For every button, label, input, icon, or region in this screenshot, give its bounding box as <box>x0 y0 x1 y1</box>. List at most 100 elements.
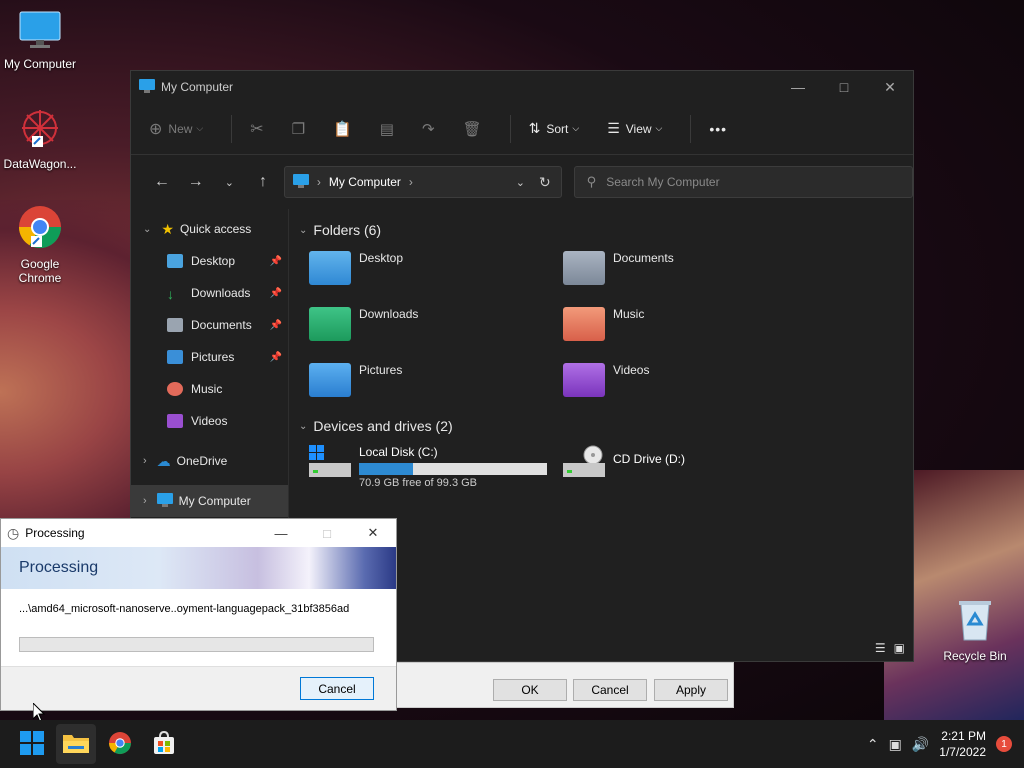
pin-icon[interactable]: 📌 <box>270 320 282 331</box>
sidebar-item-documents[interactable]: Documents 📌 <box>131 309 288 341</box>
taskbar-file-explorer[interactable] <box>56 724 96 764</box>
disk-usage-bar <box>359 463 547 475</box>
folder-videos[interactable]: Videos <box>563 363 817 403</box>
share-button[interactable]: ↷ <box>422 120 435 138</box>
folder-pictures[interactable]: Pictures <box>309 363 563 403</box>
copy-button[interactable]: ❐ <box>292 120 305 138</box>
cut-button[interactable]: ✂ <box>250 119 263 139</box>
forward-arrow-icon[interactable]: → <box>179 173 213 191</box>
sidebar-item-videos[interactable]: Videos <box>131 405 288 437</box>
up-arrow-icon[interactable]: ↑ <box>246 173 280 191</box>
desktop-icon-google-chrome[interactable]: Google Chrome <box>0 204 80 285</box>
desktop-icon-label: My Computer <box>3 57 77 71</box>
downloads-arrow-icon: ↓ <box>167 286 174 302</box>
details-view-icon[interactable]: ☰ <box>875 641 886 655</box>
paste-button[interactable]: 📋 <box>333 120 352 138</box>
pictures-folder-icon <box>309 363 351 397</box>
minimize-button[interactable]: — <box>775 71 821 103</box>
cancel-button[interactable]: Cancel <box>573 679 647 701</box>
network-icon[interactable]: ▣ <box>889 736 902 753</box>
pin-icon[interactable]: 📌 <box>270 352 282 363</box>
sort-button[interactable]: ⇅ Sort ⌵ <box>529 120 580 137</box>
taskbar: ⌃ ▣ 🔊 2:21 PM 1/7/2022 1 <box>0 720 1024 768</box>
rename-button[interactable]: ▤ <box>380 120 394 138</box>
documents-folder-icon <box>563 251 605 285</box>
breadcrumb-chevron-icon: › <box>316 175 321 189</box>
view-icon: ☰ <box>607 120 620 136</box>
folder-music[interactable]: Music <box>563 307 817 347</box>
sidebar-item-downloads[interactable]: ↓ Downloads 📌 <box>131 277 288 309</box>
toolbar-divider <box>231 114 233 143</box>
rename-icon: ▤ <box>379 120 394 138</box>
desktop-icon-recycle-bin[interactable]: Recycle Bin <box>934 598 1016 663</box>
monitor-icon <box>0 10 80 53</box>
folder-documents[interactable]: Documents <box>563 251 817 291</box>
sidebar-item-my-computer[interactable]: › My Computer <box>131 485 288 517</box>
show-hidden-icons-chevron-icon[interactable]: ⌃ <box>867 736 879 753</box>
desktop-icon-my-computer[interactable]: My Computer <box>0 10 80 71</box>
tiles-view-icon[interactable]: ▣ <box>894 641 905 655</box>
toolbar-divider <box>690 114 692 143</box>
close-button[interactable]: ✕ <box>867 71 913 103</box>
command-bar: ⊕ New ⌵ ✂ ❐ 📋 ▤ ↷ 🗑 ⇅ Sort ⌵ ☰ View ⌵ ••… <box>131 103 913 155</box>
scissors-icon: ✂ <box>250 120 264 138</box>
drive-cd-d[interactable]: CD Drive (D:) <box>563 445 817 489</box>
monitor-icon <box>139 78 155 96</box>
desktop-icon-label: DataWagon... <box>3 157 77 171</box>
breadcrumb-my-computer[interactable]: My Computer <box>329 175 401 189</box>
taskbar-store[interactable] <box>144 724 184 764</box>
clock[interactable]: 2:21 PM 1/7/2022 <box>939 728 986 760</box>
sidebar-item-quick-access[interactable]: ⌄ ★ Quick access <box>131 213 288 245</box>
delete-button[interactable]: 🗑 <box>463 120 482 138</box>
desktop-folder-icon <box>167 254 183 268</box>
ok-button[interactable]: OK <box>493 679 567 701</box>
sidebar-item-onedrive[interactable]: › ☁ OneDrive <box>131 445 288 477</box>
trash-icon: 🗑 <box>462 120 482 138</box>
drive-local-disk-c[interactable]: Local Disk (C:) 70.9 GB free of 99.3 GB <box>309 445 563 489</box>
view-button[interactable]: ☰ View ⌵ <box>607 120 662 137</box>
refresh-icon[interactable]: ↻ <box>539 174 551 191</box>
chevron-down-icon: ⌄ <box>299 420 308 432</box>
desktop-folder-icon <box>309 251 351 285</box>
processing-cancel-button[interactable]: Cancel <box>300 677 374 700</box>
address-bar[interactable]: › My Computer › ⌄ ↻ <box>283 166 562 198</box>
folders-group-header[interactable]: ⌄ Folders (6) <box>299 217 913 243</box>
share-icon: ↷ <box>421 120 435 138</box>
search-box[interactable]: ⚲ Search My Computer <box>573 166 913 198</box>
taskbar-chrome[interactable] <box>100 724 140 764</box>
maximize-button[interactable]: □ <box>821 71 867 103</box>
desktop-icon-datawagon[interactable]: DataWagon... <box>0 106 80 171</box>
explorer-titlebar[interactable]: My Computer — □ ✕ <box>131 71 913 103</box>
copy-icon: ❐ <box>291 120 306 138</box>
breadcrumb-chevron-icon[interactable]: › <box>409 175 413 189</box>
back-arrow-icon[interactable]: ← <box>145 173 179 191</box>
chevron-down-icon: ⌵ <box>196 123 204 133</box>
pin-icon[interactable]: 📌 <box>270 256 282 267</box>
more-icon: ••• <box>709 120 728 137</box>
music-folder-icon <box>563 307 605 341</box>
apply-button[interactable]: Apply <box>654 679 728 701</box>
minimize-button[interactable]: — <box>258 519 304 547</box>
recent-locations-chevron-icon[interactable]: ⌄ <box>212 176 246 189</box>
sidebar-item-desktop[interactable]: Desktop 📌 <box>131 245 288 277</box>
new-button[interactable]: ⊕ New ⌵ <box>149 119 203 139</box>
folder-downloads[interactable]: Downloads <box>309 307 563 347</box>
windows-logo-icon <box>20 730 44 758</box>
start-button[interactable] <box>12 724 52 764</box>
sidebar-item-music[interactable]: Music <box>131 373 288 405</box>
more-options-button[interactable]: ••• <box>709 121 727 137</box>
pin-icon[interactable]: 📌 <box>270 288 282 299</box>
sidebar-item-pictures[interactable]: Pictures 📌 <box>131 341 288 373</box>
processing-titlebar[interactable]: ◷ Processing — □ ✕ <box>1 519 396 547</box>
volume-icon[interactable]: 🔊 <box>912 736 929 753</box>
devices-group-header[interactable]: ⌄ Devices and drives (2) <box>299 413 913 439</box>
videos-folder-icon <box>563 363 605 397</box>
toolbar-divider <box>509 114 511 143</box>
folder-desktop[interactable]: Desktop <box>309 251 563 291</box>
address-dropdown-icon[interactable]: ⌄ <box>516 176 525 189</box>
close-button[interactable]: ✕ <box>350 519 396 547</box>
navigation-bar: ← → ⌄ ↑ › My Computer › ⌄ ↻ ⚲ Search My … <box>131 155 913 209</box>
notification-badge[interactable]: 1 <box>996 736 1012 752</box>
store-bag-icon <box>152 730 176 758</box>
clock-time: 2:21 PM <box>941 729 986 743</box>
